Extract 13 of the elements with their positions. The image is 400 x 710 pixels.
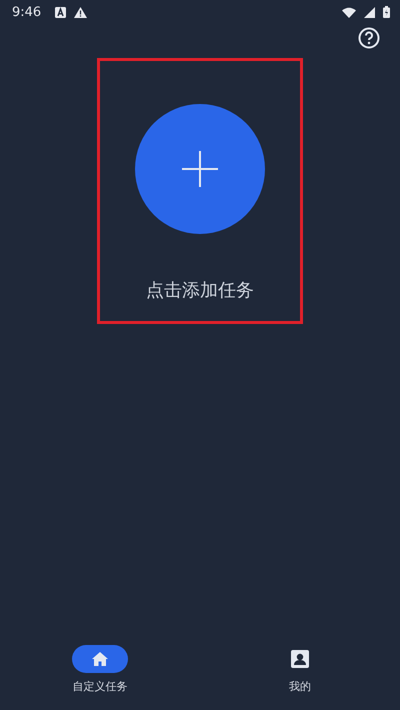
notification-icon: [55, 6, 66, 18]
home-icon: [92, 652, 108, 666]
person-icon: [291, 650, 309, 668]
add-task-label: 点击添加任务: [146, 279, 254, 302]
wifi-icon: [342, 6, 356, 18]
help-button[interactable]: [358, 27, 380, 49]
nav-tab[interactable]: 我的: [200, 645, 400, 694]
signal-icon: [364, 6, 375, 18]
warning-icon: [74, 6, 88, 18]
status-time: 9:46: [12, 4, 42, 20]
plus-icon: [182, 151, 218, 187]
battery-icon: [383, 6, 390, 18]
nav-tab[interactable]: 自定义任务: [0, 645, 200, 694]
